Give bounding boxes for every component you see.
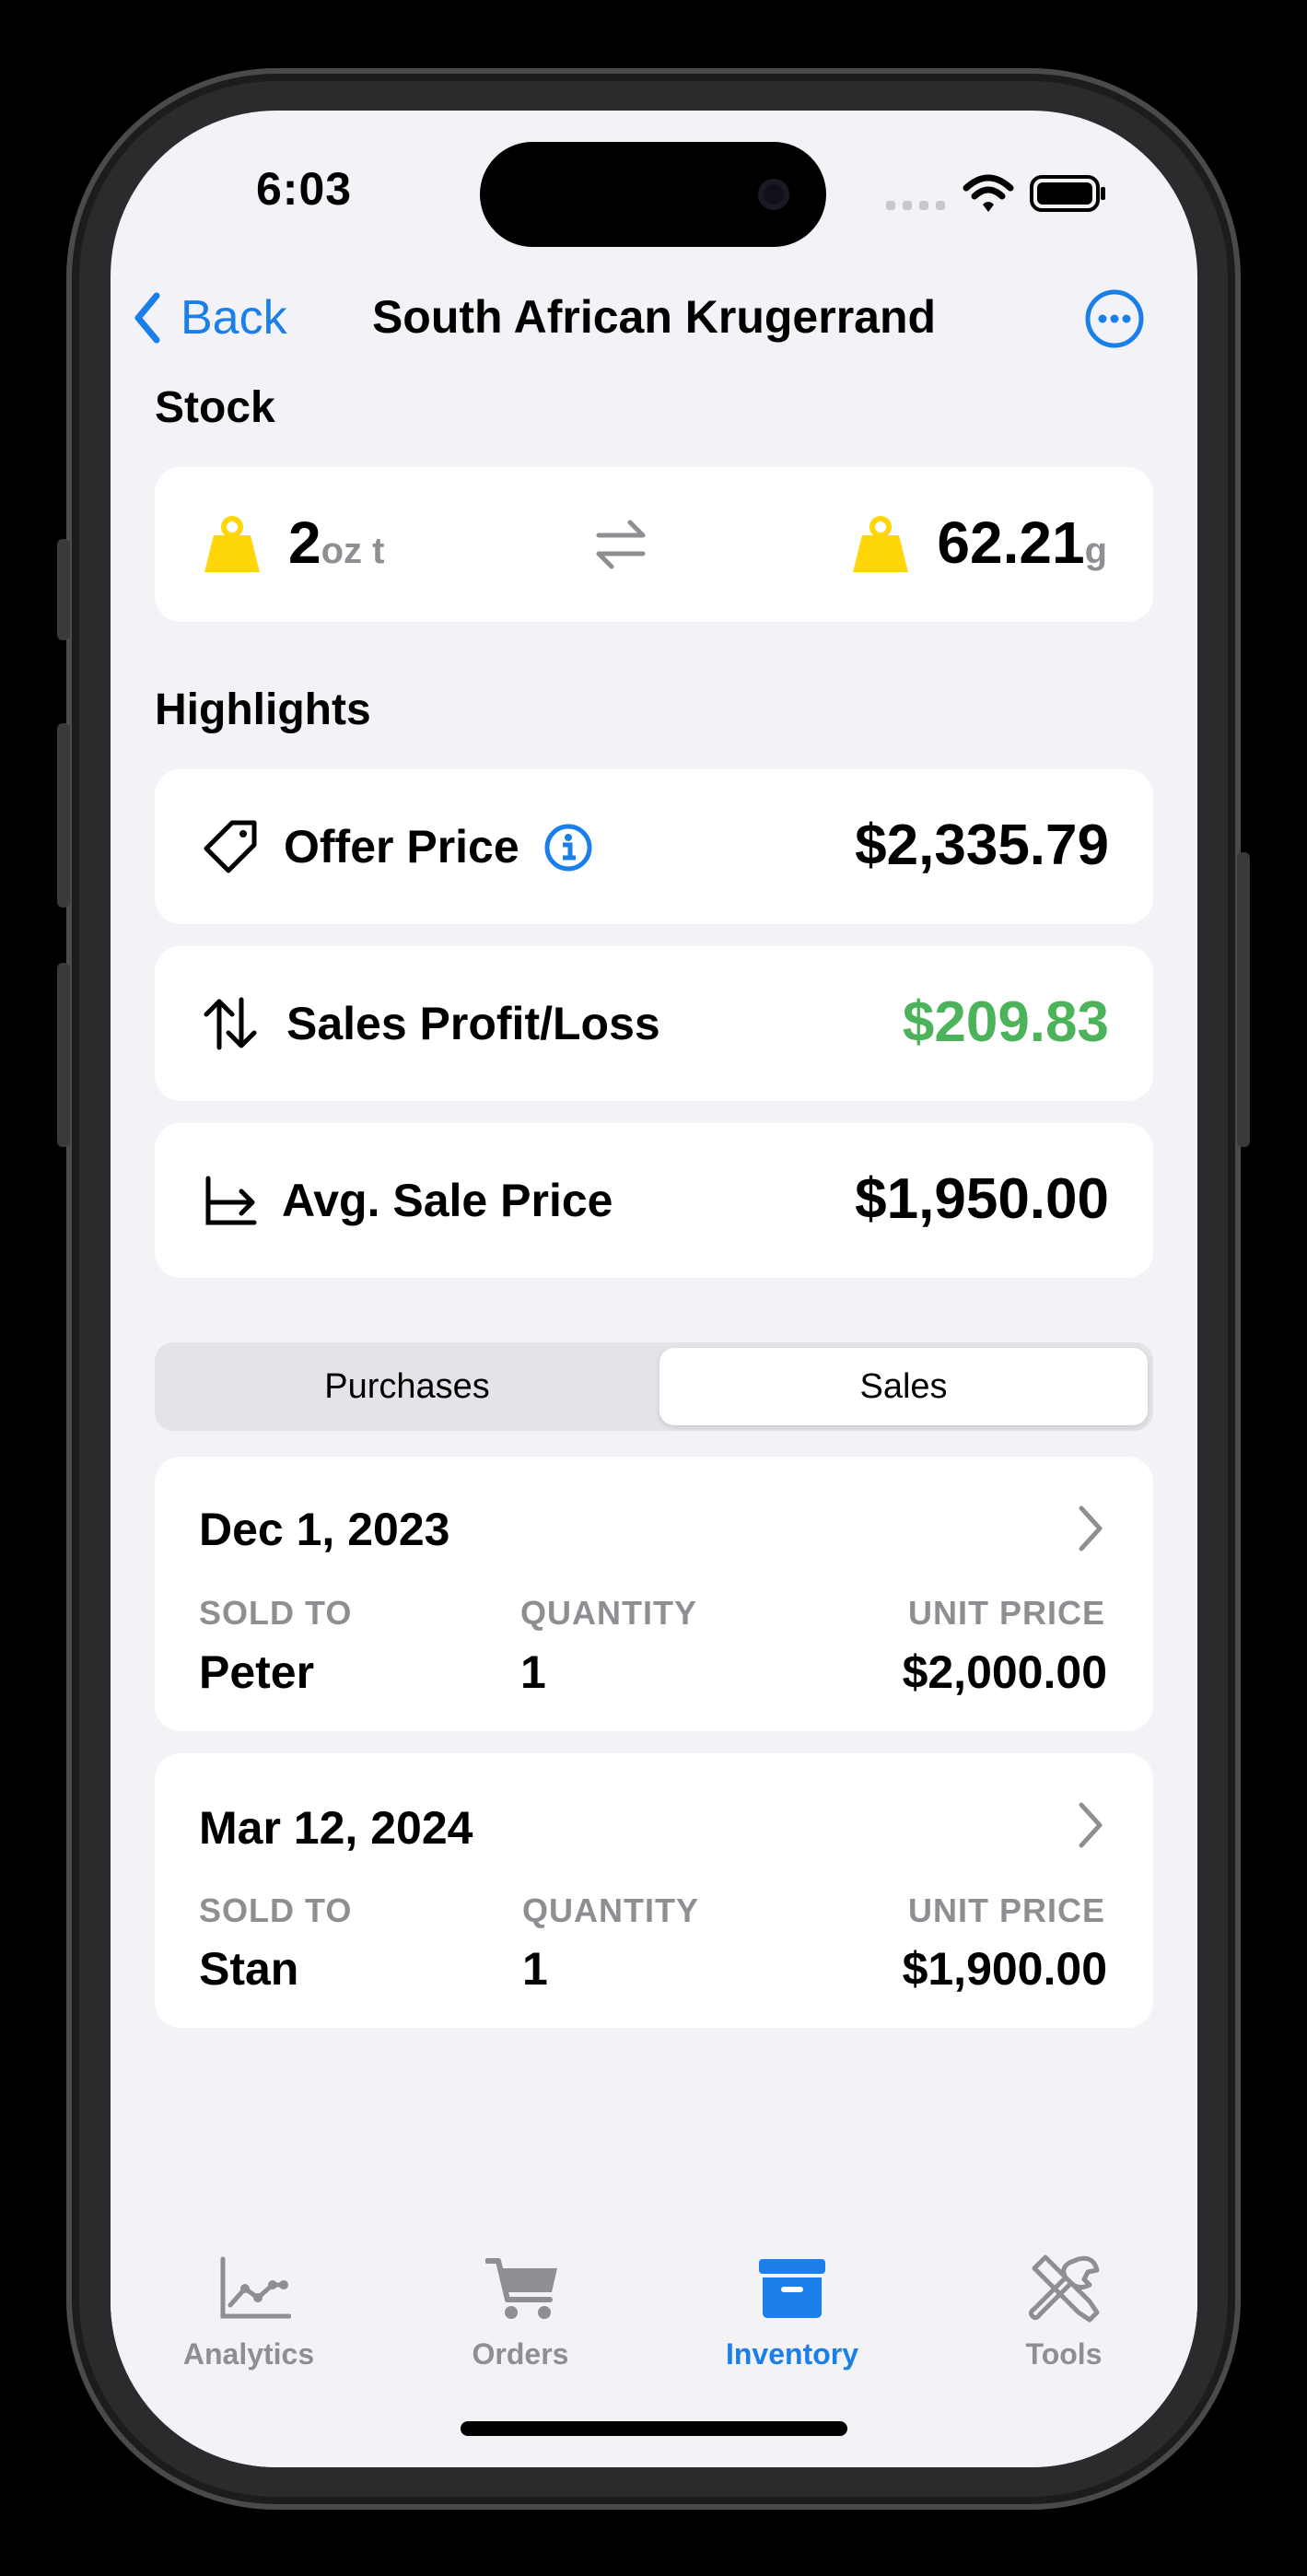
list-item[interactable]: Dec 1, 2023 SOLD TO QUANTITY UNIT PRICE … bbox=[155, 1457, 1153, 1731]
chevron-right-icon bbox=[1076, 1505, 1103, 1552]
sales-profit-loss-label: Sales Profit/Loss bbox=[286, 998, 660, 1049]
weight-icon bbox=[851, 515, 910, 574]
quantity-value: 1 bbox=[522, 1943, 548, 1995]
screen: 6:03 Back South African Krugerrand Stock… bbox=[111, 111, 1197, 2467]
action-button bbox=[57, 539, 70, 640]
offer-price-row: Offer Price $2,335.79 bbox=[155, 769, 1153, 924]
list-item[interactable]: Mar 12, 2024 SOLD TO QUANTITY UNIT PRICE… bbox=[155, 1753, 1153, 2028]
sold-to-value: Stan bbox=[199, 1943, 299, 1995]
chart-line-icon bbox=[220, 2256, 291, 2319]
sale-date: Dec 1, 2023 bbox=[199, 1504, 450, 1555]
stock-card: 2oz t 62.21g bbox=[155, 467, 1153, 622]
stock-troy-ounces: 2oz t bbox=[288, 509, 384, 577]
wifi-icon bbox=[963, 173, 1014, 216]
sales-profit-loss-value: $209.83 bbox=[902, 990, 1109, 1054]
avg-sale-price-row: Avg. Sale Price $1,950.00 bbox=[155, 1123, 1153, 1278]
tab-inventory[interactable]: Inventory bbox=[700, 2220, 884, 2371]
tab-tools[interactable]: Tools bbox=[972, 2220, 1156, 2371]
tab-orders-label: Orders bbox=[472, 2337, 569, 2371]
segment-sales-label: Sales bbox=[859, 1366, 948, 1406]
sales-profit-loss-row: Sales Profit/Loss $209.83 bbox=[155, 946, 1153, 1101]
volume-up-button bbox=[57, 723, 70, 907]
quantity-value: 1 bbox=[520, 1646, 546, 1698]
arrow-right-from-axis-icon bbox=[201, 1171, 260, 1230]
quantity-caption: QUANTITY bbox=[520, 1594, 697, 1632]
avg-sale-price-value: $1,950.00 bbox=[855, 1167, 1109, 1231]
volume-down-button bbox=[57, 963, 70, 1147]
archive-box-icon bbox=[759, 2259, 825, 2318]
tab-orders[interactable]: Orders bbox=[428, 2220, 613, 2371]
sold-to-caption: SOLD TO bbox=[199, 1891, 353, 1929]
offer-price-value: $2,335.79 bbox=[855, 814, 1109, 877]
status-time: 6:03 bbox=[256, 163, 353, 215]
unit-price-value: $1,900.00 bbox=[902, 1943, 1107, 1995]
tab-inventory-label: Inventory bbox=[725, 2337, 859, 2371]
unit-swap-button[interactable] bbox=[593, 515, 648, 574]
chevron-right-icon bbox=[1076, 1801, 1103, 1849]
more-options-button[interactable] bbox=[1084, 288, 1145, 349]
ellipsis-circle-icon bbox=[1085, 289, 1144, 348]
sold-to-caption: SOLD TO bbox=[199, 1594, 353, 1632]
tab-analytics-label: Analytics bbox=[182, 2337, 315, 2371]
cart-icon bbox=[485, 2258, 557, 2319]
segmented-control: Purchases Sales bbox=[155, 1342, 1153, 1431]
unit-price-caption: UNIT PRICE bbox=[907, 1594, 1105, 1632]
cellular-signal-icon bbox=[886, 199, 945, 212]
weight-icon bbox=[203, 515, 262, 574]
tab-tools-label: Tools bbox=[1025, 2337, 1103, 2371]
info-circle-icon bbox=[544, 824, 592, 872]
unit-price-caption: UNIT PRICE bbox=[907, 1891, 1105, 1929]
segment-sales[interactable]: Sales bbox=[659, 1348, 1148, 1425]
stock-left-value: 2 bbox=[288, 509, 321, 576]
front-camera bbox=[758, 179, 789, 210]
avg-sale-price-label: Avg. Sale Price bbox=[282, 1175, 613, 1226]
stock-grams: 62.21g bbox=[937, 509, 1107, 577]
home-indicator[interactable] bbox=[461, 2421, 847, 2436]
sold-to-value: Peter bbox=[199, 1646, 315, 1698]
quantity-caption: QUANTITY bbox=[522, 1891, 699, 1929]
stock-right-unit: g bbox=[1084, 531, 1107, 571]
stock-left-unit: oz t bbox=[321, 531, 385, 571]
tag-icon bbox=[201, 817, 260, 876]
battery-icon bbox=[1030, 173, 1107, 214]
highlights-section-title: Highlights bbox=[155, 685, 371, 734]
sale-date: Mar 12, 2024 bbox=[199, 1802, 473, 1854]
unit-price-value: $2,000.00 bbox=[902, 1646, 1107, 1698]
segment-purchases[interactable]: Purchases bbox=[160, 1348, 654, 1425]
stock-right-value: 62.21 bbox=[937, 509, 1085, 576]
tab-analytics[interactable]: Analytics bbox=[157, 2220, 341, 2371]
power-button bbox=[1237, 852, 1250, 1147]
swap-arrows-icon bbox=[596, 520, 646, 569]
up-down-arrows-icon bbox=[201, 994, 260, 1053]
stock-section-title: Stock bbox=[155, 383, 275, 432]
segment-purchases-label: Purchases bbox=[324, 1366, 490, 1406]
info-button[interactable] bbox=[543, 823, 593, 872]
tools-icon bbox=[1029, 2254, 1100, 2323]
page-title: South African Krugerrand bbox=[371, 291, 937, 343]
offer-price-label: Offer Price bbox=[284, 821, 519, 872]
dynamic-island bbox=[480, 142, 826, 247]
